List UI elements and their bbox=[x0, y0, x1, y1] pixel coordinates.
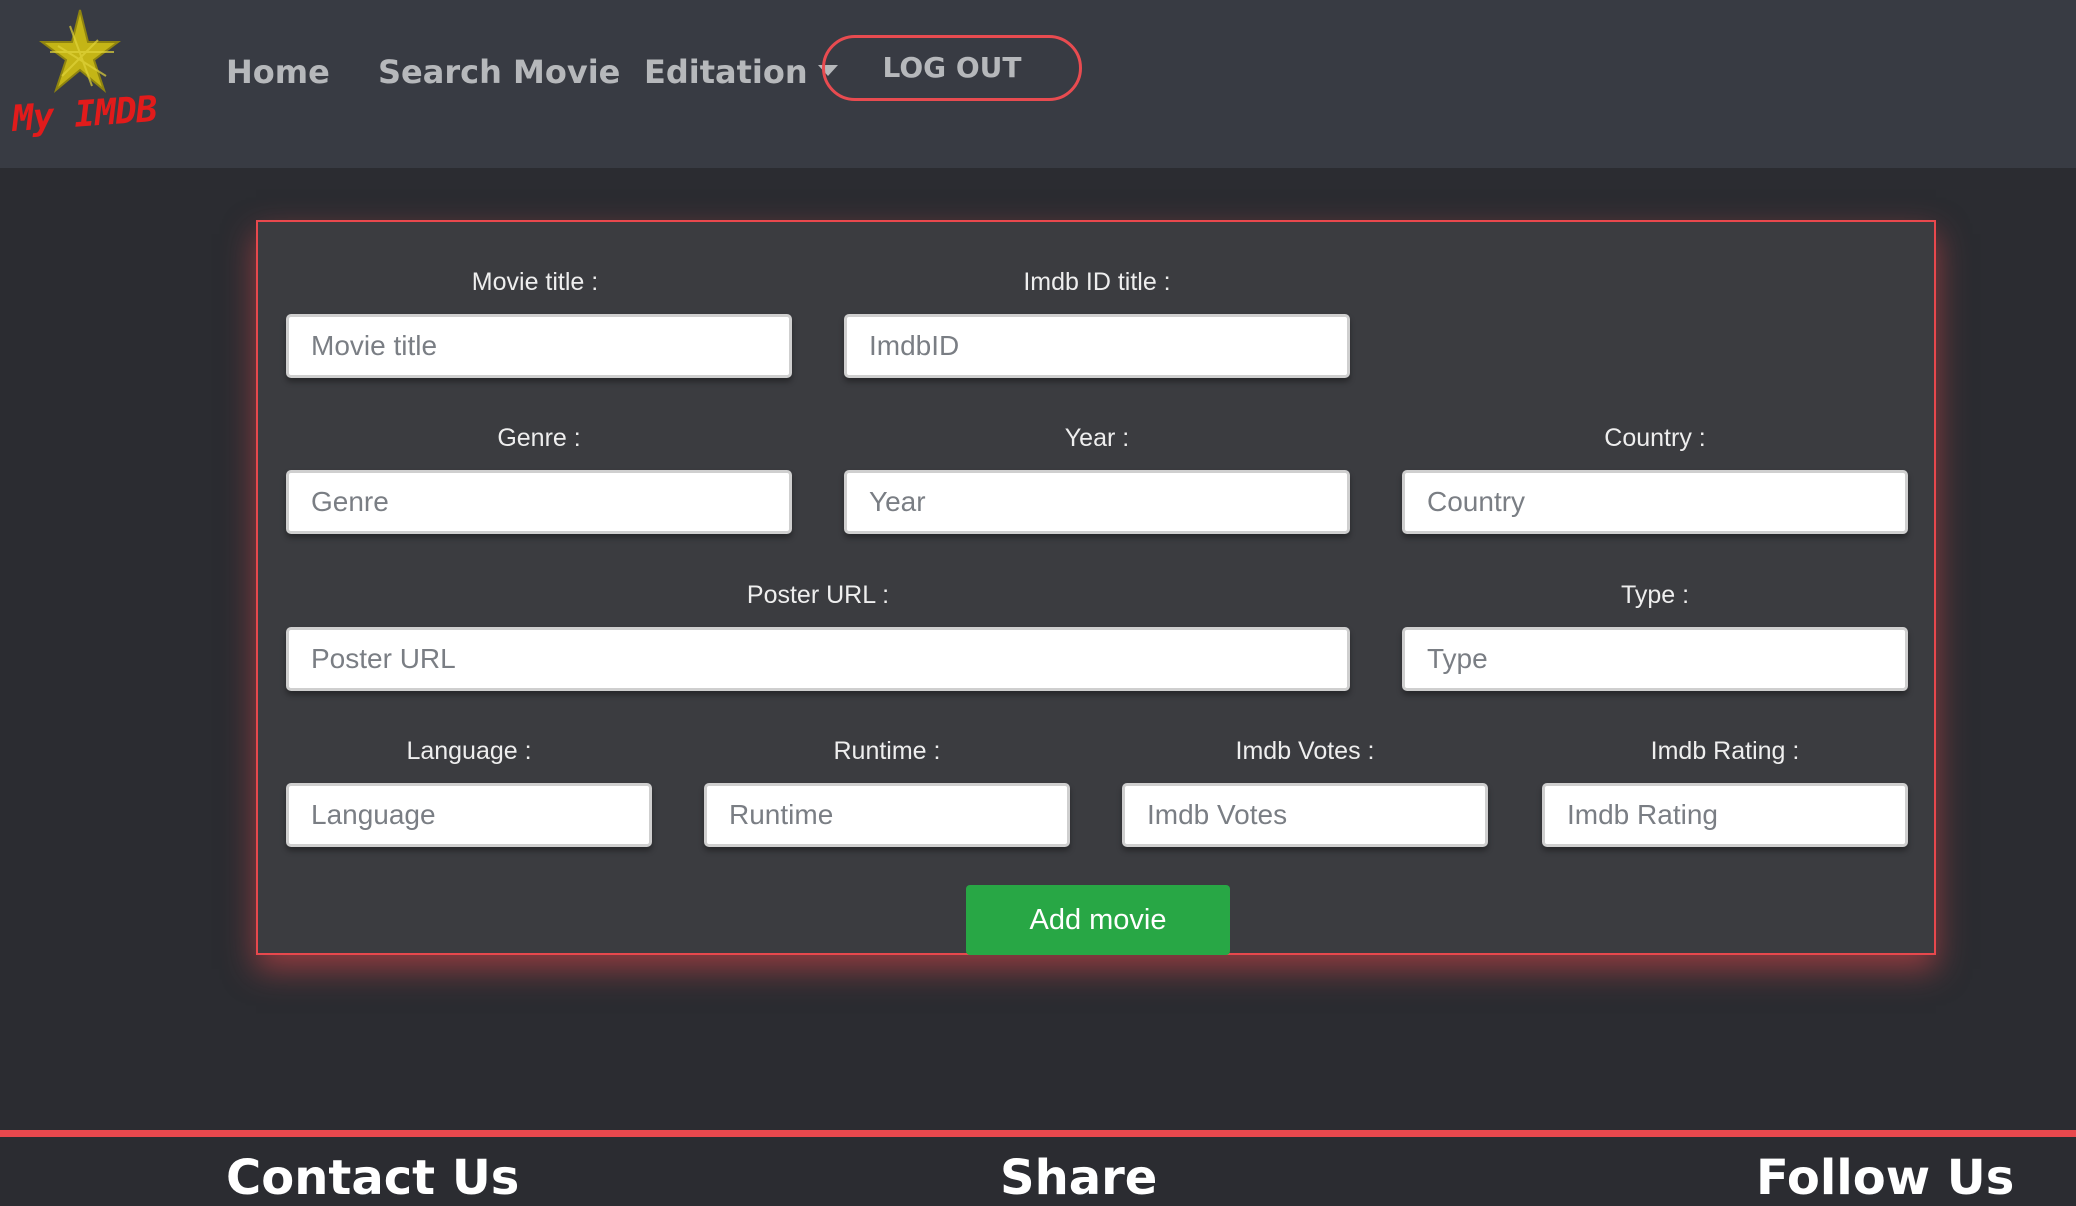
nav-editation-label: Editation bbox=[644, 53, 808, 91]
nav-home-link[interactable]: Home bbox=[226, 53, 330, 91]
year-label: Year : bbox=[1064, 424, 1130, 452]
genre-input[interactable] bbox=[286, 470, 792, 534]
brand-logo-text: My IMDB bbox=[10, 89, 158, 140]
country-label: Country : bbox=[1604, 424, 1706, 452]
movie-title-label: Movie title : bbox=[471, 268, 599, 296]
country-input[interactable] bbox=[1402, 470, 1908, 534]
footer-divider bbox=[0, 1130, 2076, 1137]
language-label: Language : bbox=[406, 737, 532, 765]
type-input[interactable] bbox=[1402, 627, 1908, 691]
movie-title-input[interactable] bbox=[286, 314, 792, 378]
imdb-rating-input[interactable] bbox=[1542, 783, 1908, 847]
poster-url-label: Poster URL : bbox=[746, 581, 890, 609]
add-movie-button[interactable]: Add movie bbox=[966, 885, 1230, 955]
nav-editation-dropdown[interactable]: Editation bbox=[644, 53, 838, 91]
brand-logo[interactable]: My IMDB bbox=[10, 6, 160, 148]
imdb-votes-label: Imdb Votes : bbox=[1235, 737, 1375, 765]
add-movie-form: Movie title : Imdb ID title : Genre : Ye… bbox=[256, 220, 1936, 955]
imdb-id-input[interactable] bbox=[844, 314, 1350, 378]
poster-url-input[interactable] bbox=[286, 627, 1350, 691]
nav-search-movie-link[interactable]: Search Movie bbox=[378, 53, 620, 91]
imdb-rating-label: Imdb Rating : bbox=[1650, 737, 1800, 765]
year-input[interactable] bbox=[844, 470, 1350, 534]
type-label: Type : bbox=[1620, 581, 1690, 609]
footer-follow-heading: Follow Us bbox=[1756, 1150, 2015, 1206]
runtime-label: Runtime : bbox=[833, 737, 941, 765]
footer-contact-heading: Contact Us bbox=[226, 1150, 520, 1206]
genre-label: Genre : bbox=[497, 424, 581, 452]
imdb-id-label: Imdb ID title : bbox=[1023, 268, 1171, 296]
runtime-input[interactable] bbox=[704, 783, 1070, 847]
footer-share-heading: Share bbox=[1000, 1150, 1158, 1206]
language-input[interactable] bbox=[286, 783, 652, 847]
imdb-votes-input[interactable] bbox=[1122, 783, 1488, 847]
logout-button[interactable]: LOG OUT bbox=[822, 35, 1082, 101]
navbar: My IMDB Home Search Movie Editation LOG … bbox=[0, 0, 2076, 168]
